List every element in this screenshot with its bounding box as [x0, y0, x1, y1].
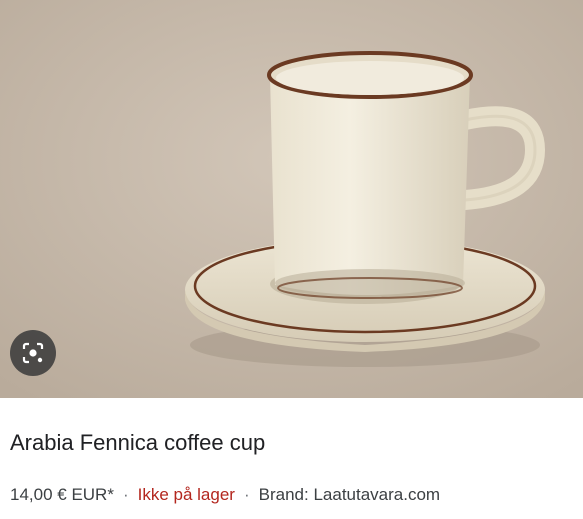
brand-label: Brand: Laatutavara.com [258, 485, 441, 504]
separator: · [122, 485, 129, 504]
separator: · [243, 485, 250, 504]
visual-search-icon [21, 341, 45, 365]
product-title[interactable]: Arabia Fennica coffee cup [10, 430, 265, 456]
product-meta: 14,00 € EUR* · Ikke på lager · Brand: Laatut… [10, 485, 440, 505]
stock-status: Ikke på lager [137, 485, 235, 504]
product-image[interactable] [0, 0, 583, 398]
visual-search-button[interactable] [10, 330, 56, 376]
price: 14,00 € EUR* [10, 485, 114, 504]
product-card[interactable]: Arabia Fennica coffee cup 14,00 € EUR* · I… [0, 0, 583, 519]
